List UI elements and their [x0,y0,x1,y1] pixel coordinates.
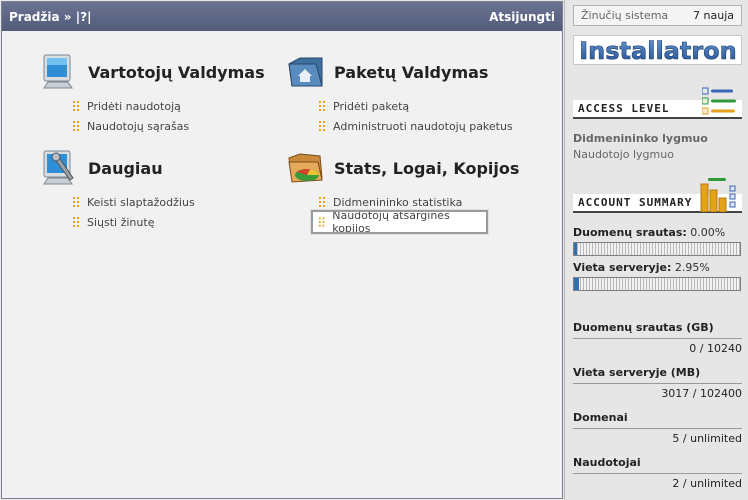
sidebar: Žinučių sistema 7 nauja Installatron ACC… [564,0,748,500]
section-title: Daugiau [88,158,163,178]
message-system-label: Žinučių sistema [581,9,669,22]
disk-mb-value: 3017 / 102400 [661,387,742,400]
add-package-link[interactable]: Pridėti paketą [318,96,513,116]
logout-link[interactable]: Atsijungti [489,10,555,24]
section-title: Vartotojų Valdymas [88,62,265,82]
link-label: Didmenininko statistika [333,195,463,209]
section-more: Daugiau Keisti slaptažodžius Siųsti žinu… [40,148,195,232]
installatron-logo-image: Installatron [578,37,737,63]
breadcrumb: Pradžia » |?| [9,10,91,24]
access-level-icon [702,87,736,115]
link-label: Keisti slaptažodžius [87,195,195,209]
top-bar: Pradžia » |?| Atsijungti [2,2,562,31]
user-backups-link[interactable]: Naudotojų atsarginės kopijos [311,209,488,235]
users-value: 2 / unlimited [672,477,742,490]
help-link[interactable]: |?| [76,10,92,24]
section-packages: Paketų Valdymas Pridėti paketą Administr… [286,52,513,136]
domains-label: Domenai [573,411,742,429]
bandwidth-gb-label: Duomenų srautas (GB) [573,321,742,339]
bandwidth-usage: Duomenų srautas: 0.00% [573,226,725,239]
access-level-header: ACCESS LEVEL [573,87,742,119]
wrench-monitor-icon [43,150,74,185]
section-title: Paketų Valdymas [334,62,489,82]
main-panel: Pradžia » |?| Atsijungti Vartotojų Valdy… [1,1,563,499]
breadcrumb-separator: » [59,9,76,24]
section-stats: Stats, Logai, Kopijos Didmenininko stati… [286,148,520,235]
link-label: Naudotojų atsarginės kopijos [332,209,450,235]
bullet-icon [319,196,325,207]
new-messages-count: 7 nauja [693,9,734,22]
monitor-icon [43,54,73,89]
access-level-title: ACCESS LEVEL [578,102,670,115]
bandwidth-percent: 0.00% [690,226,726,239]
bullet-icon [319,120,325,131]
disk-progress-bar [573,277,741,291]
disk-mb-label: Vieta serveryje (MB) [573,366,742,384]
user-level-text: Naudotojo lygmuo [573,148,674,161]
bullet-icon [73,120,79,131]
change-passwords-link[interactable]: Keisti slaptažodžius [72,192,195,212]
bullet-icon [319,100,325,111]
section-users: Vartotojų Valdymas Pridėti naudotoją Nau… [40,52,265,136]
link-label: Pridėti paketą [333,99,410,113]
installatron-logo[interactable]: Installatron [573,35,742,65]
bandwidth-label: Duomenų srautas: [573,226,687,239]
user-list-link[interactable]: Naudotojų sąrašas [72,116,265,136]
send-message-link[interactable]: Siųsti žinutę [72,212,195,232]
section-title: Stats, Logai, Kopijos [334,158,520,178]
message-system-link[interactable]: Žinučių sistema 7 nauja [573,5,742,26]
disk-usage: Vieta serveryje: 2.95% [573,261,710,274]
disk-progress-fill [574,278,579,290]
link-label: Siųsti žinutę [87,215,155,229]
bullet-icon [73,196,79,207]
bandwidth-gb-value: 0 / 10240 [689,342,742,355]
bandwidth-progress-bar [573,242,741,256]
bullet-icon [318,217,325,227]
account-summary-header: ACCOUNT SUMMARY [573,178,742,213]
manage-user-packages-link[interactable]: Administruoti naudotojų paketus [318,116,513,136]
bandwidth-progress-fill [574,243,578,255]
svg-text:Installatron: Installatron [579,37,737,63]
disk-percent: 2.95% [674,261,710,274]
home-folder-icon [288,57,323,87]
domains-value: 5 / unlimited [672,432,742,445]
bullet-icon [73,100,79,111]
link-label: Naudotojų sąrašas [87,119,190,133]
reseller-level-text: Didmenininko lygmuo [573,132,708,145]
account-summary-title: ACCOUNT SUMMARY [578,196,693,209]
home-link[interactable]: Pradžia [9,10,60,24]
link-label: Administruoti naudotojų paketus [333,119,513,133]
bar-chart-icon [700,178,736,212]
link-label: Pridėti naudotoją [87,99,181,113]
add-user-link[interactable]: Pridėti naudotoją [72,96,265,116]
disk-label: Vieta serveryje: [573,261,672,274]
bullet-icon [73,216,79,227]
users-label: Naudotojai [573,456,742,474]
pie-chart-folder-icon [288,153,323,183]
